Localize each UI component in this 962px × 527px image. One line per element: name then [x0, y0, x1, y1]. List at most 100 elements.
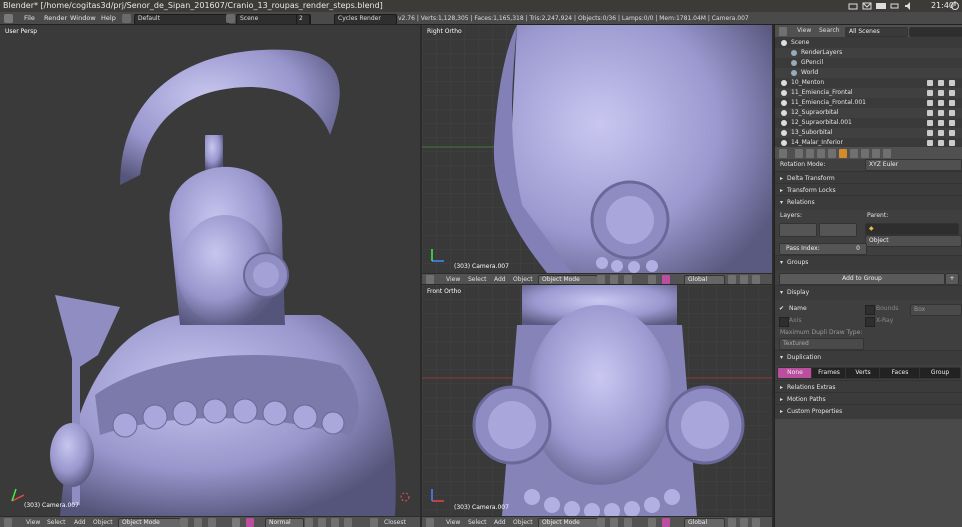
layer-button[interactable]: [305, 518, 313, 527]
menu-view[interactable]: View: [26, 517, 40, 527]
menu-file[interactable]: File: [24, 12, 35, 24]
eye-icon[interactable]: [927, 90, 933, 96]
xray-checkbox[interactable]: [865, 317, 875, 327]
render-camera-icon[interactable]: [949, 100, 955, 106]
eye-icon[interactable]: [927, 80, 933, 86]
volume-icon[interactable]: [904, 1, 914, 11]
editor-type-icon[interactable]: [4, 518, 12, 527]
snap-icon[interactable]: [370, 518, 378, 527]
viewport-user-persp[interactable]: User Persp (303) Camera.007: [0, 25, 420, 516]
outliner-item[interactable]: 12_Supraorbital: [775, 108, 962, 118]
layer-button[interactable]: [344, 518, 352, 527]
outliner-search-input[interactable]: [909, 27, 962, 37]
menu-window[interactable]: Window: [70, 12, 96, 24]
editor-type-icon[interactable]: [426, 275, 434, 284]
bounds-checkbox[interactable]: [865, 305, 875, 315]
panel-display[interactable]: ▾ Display: [775, 285, 962, 300]
render-camera-icon[interactable]: [949, 130, 955, 136]
select-arrow-icon[interactable]: [938, 130, 944, 136]
select-arrow-icon[interactable]: [938, 90, 944, 96]
scene-tab-icon[interactable]: [817, 149, 825, 158]
parent-field[interactable]: ◆: [865, 223, 959, 235]
outliner-item[interactable]: 10_Menton: [775, 78, 962, 88]
eye-icon[interactable]: [927, 120, 933, 126]
menu-add[interactable]: Add: [74, 517, 86, 527]
dup-group-button[interactable]: Group: [919, 367, 961, 379]
material-tab-icon[interactable]: [883, 149, 891, 158]
outliner-item[interactable]: 11_Emiencia_Frontal.001: [775, 98, 962, 108]
eye-icon[interactable]: [927, 140, 933, 146]
editor-type-icon[interactable]: [4, 14, 13, 23]
eye-icon[interactable]: [927, 110, 933, 116]
editor-type-icon[interactable]: [426, 518, 434, 527]
3d-cursor-icon[interactable]: [399, 491, 411, 503]
max-dupli-select[interactable]: Textured: [779, 338, 864, 350]
outliner-item[interactable]: 12_Supraorbital.001: [775, 118, 962, 128]
manipulator-icon[interactable]: [624, 518, 632, 527]
manipulator-icon[interactable]: [624, 275, 632, 284]
render-camera-icon[interactable]: [949, 140, 955, 146]
manipulator-icon[interactable]: [208, 518, 216, 527]
outliner-filter-select[interactable]: All Scenes: [845, 27, 908, 37]
pivot-icon[interactable]: [610, 275, 618, 284]
menu-help[interactable]: Help: [101, 12, 116, 24]
add-group-plus-button[interactable]: +: [945, 273, 959, 285]
outliner-item[interactable]: RenderLayers: [775, 48, 962, 58]
menu-object[interactable]: Object: [513, 517, 533, 527]
select-arrow-icon[interactable]: [938, 110, 944, 116]
menu-object[interactable]: Object: [513, 274, 533, 284]
transform-orientation-select[interactable]: Global: [684, 275, 725, 284]
outliner-item[interactable]: 13_Suborbital: [775, 128, 962, 138]
panel-duplication[interactable]: ▾ Duplication: [775, 350, 962, 365]
panel-relations[interactable]: ▾ Relations: [775, 195, 962, 210]
dup-none-button[interactable]: None: [777, 367, 813, 379]
outliner-item[interactable]: World: [775, 68, 962, 78]
mail-icon[interactable]: [862, 1, 872, 11]
select-arrow-icon[interactable]: [938, 120, 944, 126]
menu-select[interactable]: Select: [468, 274, 487, 284]
data-tab-icon[interactable]: [872, 149, 880, 158]
render-camera-icon[interactable]: [949, 110, 955, 116]
dup-faces-button[interactable]: Faces: [879, 367, 921, 379]
power-icon[interactable]: [950, 1, 960, 11]
layer-button[interactable]: [318, 518, 326, 527]
rotate-icon[interactable]: [662, 518, 670, 527]
shading-icon[interactable]: [597, 275, 605, 284]
battery-icon[interactable]: [890, 1, 900, 11]
layer-button[interactable]: [740, 275, 748, 284]
menu-add[interactable]: Add: [494, 517, 506, 527]
shading-icon[interactable]: [597, 518, 605, 527]
select-arrow-icon[interactable]: [938, 80, 944, 86]
mode-select[interactable]: Object Mode: [538, 275, 598, 284]
menu-object[interactable]: Object: [93, 517, 113, 527]
pivot-icon[interactable]: [194, 518, 202, 527]
outliner-item[interactable]: 11_Emiencia_Frontal: [775, 88, 962, 98]
menu-render[interactable]: Render: [44, 12, 67, 24]
translate-icon[interactable]: [648, 518, 656, 527]
keyboard-icon[interactable]: [876, 1, 886, 11]
render-engine-select[interactable]: Cycles Render: [334, 14, 397, 24]
snap-element-select[interactable]: Closest: [384, 517, 406, 527]
dup-verts-button[interactable]: Verts: [845, 367, 881, 379]
scene-icon[interactable]: [226, 14, 235, 23]
render-camera-icon[interactable]: [949, 90, 955, 96]
select-arrow-icon[interactable]: [938, 100, 944, 106]
panel-custom-properties[interactable]: ▸ Custom Properties: [775, 404, 962, 419]
viewport-right-ortho[interactable]: Right Ortho (303) Camera.007: [422, 25, 772, 273]
rotation-mode-select[interactable]: XYZ Euler: [865, 159, 962, 171]
transform-orientation-select[interactable]: Normal: [265, 518, 304, 527]
mode-select[interactable]: Object Mode: [118, 518, 181, 527]
menu-view[interactable]: View: [446, 274, 460, 284]
screen-layout-field[interactable]: Default: [134, 14, 229, 24]
outliner-menu-search[interactable]: Search: [819, 25, 840, 37]
add-to-group-button[interactable]: Add to Group: [779, 273, 945, 285]
layer-button[interactable]: [728, 518, 736, 527]
render-camera-icon[interactable]: [949, 120, 955, 126]
world-tab-icon[interactable]: [828, 149, 836, 158]
name-checkbox[interactable]: ✔: [779, 304, 784, 314]
editor-type-icon[interactable]: [779, 27, 787, 36]
menu-add[interactable]: Add: [494, 274, 506, 284]
layer-button[interactable]: [331, 518, 339, 527]
transform-orientation-select[interactable]: Global: [684, 518, 725, 527]
pass-index-field[interactable]: Pass Index: 0: [779, 243, 867, 255]
